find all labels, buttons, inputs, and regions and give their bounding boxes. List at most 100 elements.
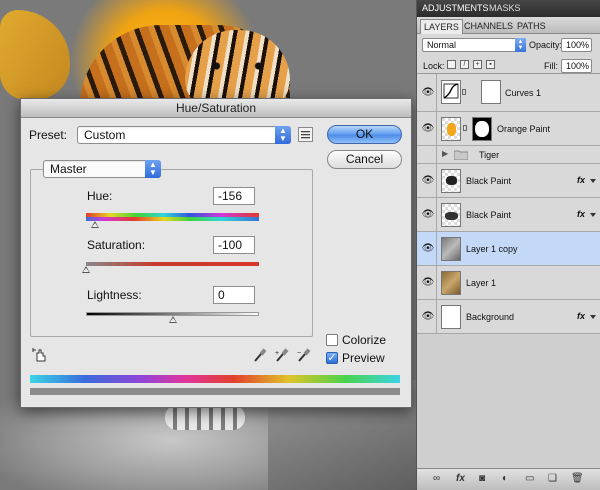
eyedropper-icon[interactable] [253,347,267,363]
layer-row-orange-paint[interactable]: 👁 Orange Paint [417,112,600,146]
chevron-right-icon[interactable]: ▶ [442,149,448,158]
separator [436,112,437,145]
lock-position-icon[interactable]: + [473,60,482,69]
cancel-button[interactable]: Cancel [327,150,402,169]
orange-paint-stroke [0,10,70,100]
new-adjustment-icon[interactable]: ◐ [502,473,508,484]
tab-adjustments[interactable]: ADJUSTMENTS [422,3,489,13]
tab-layers[interactable]: LAYERS [420,19,463,34]
saturation-label: Saturation: [87,238,146,252]
layer-name: Black Paint [466,176,512,186]
add-style-icon[interactable]: fx [456,473,465,484]
fx-icon[interactable]: fx [577,311,585,321]
separator [436,266,437,299]
layer-name: Layer 1 copy [466,244,518,254]
lightness-input[interactable]: 0 [213,286,255,304]
new-layer-icon[interactable]: ❑ [548,473,557,484]
lock-transparent-icon[interactable] [447,60,456,69]
preset-options-button[interactable] [298,127,313,142]
layer-thumbnail [441,305,461,329]
eye-icon[interactable]: 👁 [421,244,435,254]
hand-icon[interactable] [32,347,48,363]
fill-input[interactable]: 100% [561,59,592,73]
channel-value: Master [50,162,87,176]
ok-button[interactable]: OK [327,125,402,144]
folder-icon [454,150,468,160]
blend-mode-value: Normal [427,40,457,50]
curves-thumbnail [441,80,461,104]
chevron-down-icon[interactable] [590,179,596,183]
eyedropper-minus-icon[interactable]: − [297,347,311,363]
layer-thumbnail [441,169,461,193]
saturation-slider-bar [86,262,259,266]
chevron-down-icon[interactable] [590,213,596,217]
saturation-slider-thumb[interactable] [82,266,90,273]
link-layers-icon[interactable]: ∞ [433,473,440,484]
tiger-paw [165,405,245,430]
hue-slider-thumb[interactable] [90,221,99,228]
input-color-bar [30,375,400,383]
tab-paths[interactable]: PATHS [514,19,549,34]
eye-icon[interactable]: 👁 [421,176,435,186]
opacity-value: 100% [566,40,590,50]
add-mask-icon[interactable]: ◙ [479,473,485,484]
layer-name: Curves 1 [505,88,542,98]
separator [436,74,437,111]
eye-icon[interactable]: 👁 [421,210,435,220]
chevron-down-icon[interactable] [590,315,596,319]
saturation-input[interactable]: -100 [213,236,255,254]
eye-icon[interactable]: 👁 [421,88,435,98]
curves-icon [443,83,459,99]
top-tab-bar: ADJUSTMENTS MASKS [417,0,600,17]
layer-thumbnail [441,271,461,295]
svg-text:−: − [297,350,301,357]
fx-icon[interactable]: fx [577,175,585,185]
layer-thumbnail [441,203,461,227]
preset-select[interactable]: Custom ▲ ▼ [77,126,291,144]
link-icon [462,89,466,95]
mask-shape [475,121,489,137]
layer-row-black-paint-2[interactable]: 👁 Black Paint fx [417,198,600,232]
trash-icon[interactable]: 🗑 [571,473,584,484]
separator [436,300,437,333]
tab-channels[interactable]: CHANNELS [461,19,516,34]
new-group-icon[interactable]: ▭ [525,473,534,484]
lightness-slider-thumb[interactable] [168,316,177,323]
mask-thumbnail [472,117,492,141]
tab-masks[interactable]: MASKS [489,3,521,13]
fx-icon[interactable]: fx [577,209,585,219]
layer-row-background[interactable]: 👁 Background fx [417,300,600,334]
svg-text:+: + [275,350,279,357]
lock-pixels-icon[interactable]: / [460,60,469,69]
menu-icon [301,131,310,139]
layers-list: 👁 Curves 1 👁 Orange Paint ▶ Tiger 👁 Blac… [417,73,600,468]
preview-checkbox[interactable]: ✓ [326,352,338,364]
opacity-input[interactable]: 100% [561,38,592,52]
layer-tab-bar: LAYERS CHANNELS PATHS [417,17,600,34]
blend-mode-select[interactable]: Normal ▲ ▼ [422,38,526,52]
layer-row-black-paint-1[interactable]: 👁 Black Paint fx [417,164,600,198]
preview-label: Preview [342,351,385,365]
layer-name: Orange Paint [497,124,551,134]
colorize-checkbox[interactable] [326,334,338,346]
eye-icon[interactable]: 👁 [421,124,435,134]
link-icon [463,125,467,131]
layer-row-layer-1[interactable]: 👁 Layer 1 [417,266,600,300]
eye-icon[interactable]: 👁 [421,278,435,288]
select-arrows-icon: ▲ ▼ [275,126,291,144]
select-arrows-icon: ▲ ▼ [515,38,526,52]
layer-row-tiger-group[interactable]: ▶ Tiger [417,146,600,164]
layer-row-curves-1[interactable]: 👁 Curves 1 [417,74,600,112]
fill-value: 100% [566,61,590,71]
mask-thumbnail [481,80,501,104]
layer-row-layer-1-copy[interactable]: 👁 Layer 1 copy [417,232,600,266]
dialog-title[interactable]: Hue/Saturation [21,99,411,118]
lock-all-icon[interactable]: ▪ [486,60,495,69]
separator [436,146,437,163]
separator [436,232,437,265]
channel-select[interactable]: Master ▲ ▼ [43,160,161,178]
black-swatch [445,212,458,220]
eye-icon[interactable]: 👁 [421,312,435,322]
hue-input[interactable]: -156 [213,187,255,205]
eyedropper-plus-icon[interactable]: + [275,347,289,363]
